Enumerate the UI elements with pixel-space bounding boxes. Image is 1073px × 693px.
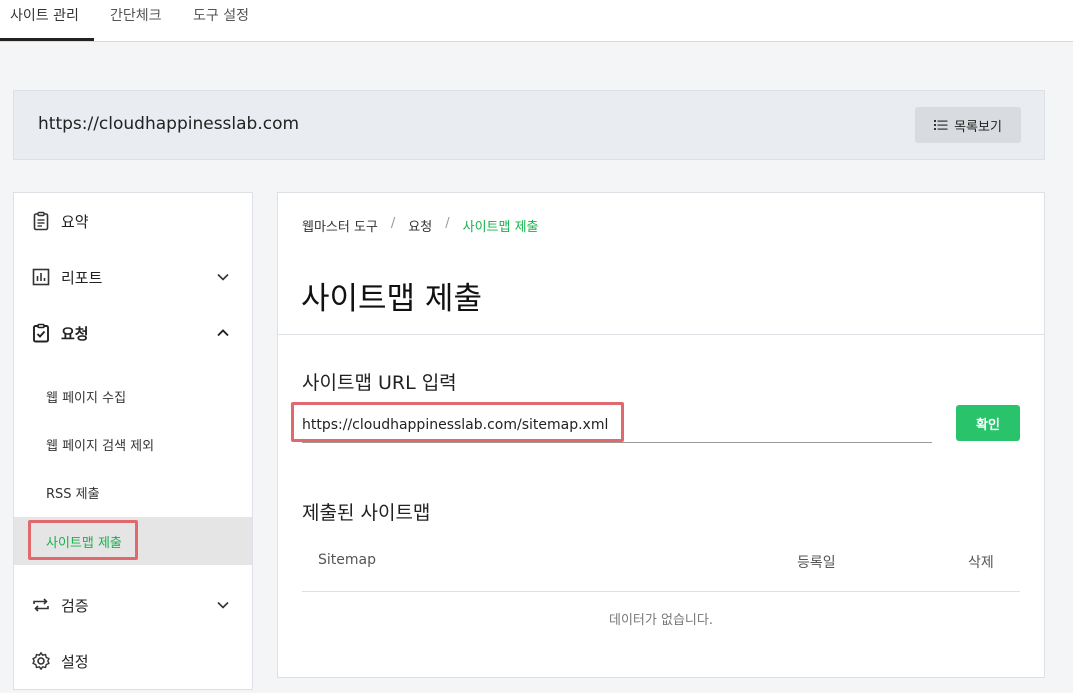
sidebar-item-label: 요청	[61, 324, 89, 343]
clipboard-icon	[33, 211, 49, 231]
chevron-up-icon[interactable]	[216, 326, 230, 340]
gear-icon	[32, 652, 50, 670]
sidebar-subitem-web-page-exclude[interactable]: 웹 페이지 검색 제외	[14, 420, 252, 468]
tab-quick-check[interactable]: 간단체크	[110, 0, 162, 42]
sidebar-item-report[interactable]: 리포트	[14, 249, 252, 305]
sidebar-item-label: 요약	[61, 212, 89, 231]
sidebar-item-request[interactable]: 요청	[14, 305, 252, 361]
sidebar-subitem-label: 웹 페이지 검색 제외	[46, 439, 155, 454]
list-icon	[934, 120, 948, 130]
empty-table-message: 데이터가 없습니다.	[609, 613, 713, 628]
sidebar-item-label: 검증	[61, 596, 89, 615]
breadcrumb-item-request[interactable]: 요청	[408, 216, 432, 235]
tab-site-management[interactable]: 사이트 관리	[10, 0, 79, 42]
list-view-button-label: 목록보기	[954, 119, 1002, 135]
sidebar-subitem-label: 웹 페이지 수집	[46, 391, 127, 406]
tab-tool-settings[interactable]: 도구 설정	[193, 0, 249, 42]
breadcrumb-separator: /	[445, 216, 450, 231]
chevron-down-icon[interactable]	[216, 270, 230, 284]
divider	[278, 334, 1044, 335]
column-header-registered-date: 등록일	[797, 555, 836, 571]
site-bar: https://cloudhappinesslab.com 목록보기	[13, 90, 1045, 160]
sidebar-item-verify[interactable]: 검증	[14, 577, 252, 633]
sidebar-item-label: 설정	[61, 652, 89, 671]
column-header-sitemap: Sitemap	[318, 552, 376, 568]
sidebar-item-label: 리포트	[61, 268, 103, 287]
chevron-down-icon[interactable]	[216, 598, 230, 612]
submitted-sitemaps-title: 제출된 사이트맵	[302, 502, 431, 524]
sidebar: 요약 리포트 요청 웹 페이지 수집 웹 페이지 검색 제외 RSS 제출 사이…	[13, 192, 253, 690]
breadcrumb-item-current: 사이트맵 제출	[462, 220, 539, 235]
list-view-button[interactable]: 목록보기	[915, 107, 1021, 143]
highlight-box-sidebar	[28, 520, 138, 560]
site-url: https://cloudhappinesslab.com	[38, 114, 300, 134]
sidebar-subitem-label: RSS 제출	[46, 487, 100, 502]
main-panel: 웹마스터 도구 / 요청 / 사이트맵 제출 사이트맵 제출 사이트맵 URL …	[277, 192, 1045, 678]
sitemap-url-input-title: 사이트맵 URL 입력	[302, 372, 457, 394]
column-header-delete: 삭제	[968, 555, 994, 571]
breadcrumb-separator: /	[390, 216, 396, 231]
sidebar-item-summary[interactable]: 요약	[14, 193, 252, 249]
page-title: 사이트맵 제출	[301, 281, 482, 317]
highlight-box-url-input	[291, 402, 624, 442]
sidebar-subitem-rss-submit[interactable]: RSS 제출	[14, 468, 252, 516]
repeat-arrows-icon	[33, 598, 49, 612]
top-navigation: 사이트 관리 간단체크 도구 설정	[0, 0, 1073, 42]
breadcrumb: 웹마스터 도구 / 요청 / 사이트맵 제출	[302, 216, 539, 235]
sitemap-table-header: Sitemap 등록일 삭제	[302, 538, 1020, 592]
breadcrumb-item-webmaster-tools[interactable]: 웹마스터 도구	[302, 216, 378, 235]
bar-chart-icon	[32, 268, 50, 286]
sidebar-item-settings[interactable]: 설정	[14, 633, 252, 689]
clipboard-check-icon	[33, 323, 49, 343]
active-tab-indicator	[0, 38, 94, 41]
sidebar-subitem-web-page-collect[interactable]: 웹 페이지 수집	[14, 372, 252, 420]
confirm-button[interactable]: 확인	[956, 405, 1020, 441]
